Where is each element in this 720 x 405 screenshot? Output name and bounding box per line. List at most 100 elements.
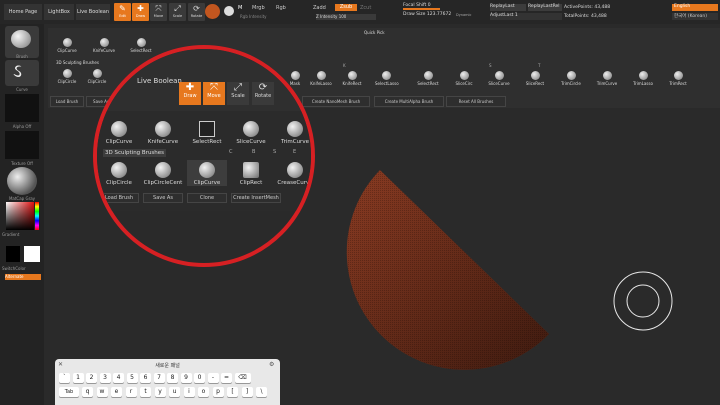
- key-row2-8[interactable]: o: [198, 387, 209, 397]
- color-swatch[interactable]: [224, 6, 234, 16]
- key-row2-0[interactable]: q: [82, 387, 93, 397]
- brush-selectlasso[interactable]: SelectLasso: [375, 71, 399, 86]
- key-row2-4[interactable]: t: [140, 387, 151, 397]
- brush-trimcurve[interactable]: TrimCurve: [596, 71, 618, 86]
- brush-knifelasso[interactable]: KnifeLasso: [310, 71, 332, 86]
- brush-trimcircle[interactable]: TrimCircle: [560, 71, 582, 86]
- key-tab[interactable]: Tab: [59, 387, 79, 397]
- key-backspace[interactable]: ⌫: [234, 373, 251, 383]
- key-row1-12[interactable]: =: [221, 373, 232, 383]
- mag-move-button[interactable]: ⤧ Move: [203, 82, 225, 105]
- replay-last-button[interactable]: ReplayLast: [490, 4, 526, 11]
- replay-last-rel-button[interactable]: ReplayLastRel: [528, 4, 562, 11]
- tab-lightbox[interactable]: LightBox: [44, 4, 74, 20]
- mag-brush-clipcurve[interactable]: ClipCurve: [99, 121, 139, 145]
- korean-button[interactable]: 한국어 (Korean): [672, 13, 718, 20]
- key-row2-1[interactable]: w: [96, 387, 108, 397]
- reset-all-brushes-button[interactable]: Reset All Brushes: [446, 96, 506, 107]
- key-row1-7[interactable]: 7: [153, 373, 165, 383]
- mag-rotate-button[interactable]: ⟳ Rotate: [252, 82, 274, 105]
- brush-clipcurve[interactable]: ClipCurve: [56, 38, 78, 53]
- mag-brush-clipcirclecenter[interactable]: ClipCircleCent: [143, 162, 183, 186]
- switch-color-button[interactable]: SwitchColor: [2, 266, 42, 271]
- key-row1-10[interactable]: 0: [194, 373, 205, 383]
- tab-live-boolean[interactable]: Live Boolean: [76, 4, 110, 20]
- key-row1-4[interactable]: 4: [113, 373, 124, 383]
- move-button[interactable]: ⤧ Move: [150, 3, 167, 21]
- mrgb-toggle[interactable]: Mrgb: [252, 5, 265, 11]
- key-row2-7[interactable]: i: [183, 387, 195, 397]
- key-row1-1[interactable]: 1: [72, 373, 84, 383]
- draw-size-slider[interactable]: Draw Size 123.77672: [403, 12, 463, 20]
- key-row2-3[interactable]: r: [125, 387, 137, 397]
- rotate-button[interactable]: ⟳ Rotate: [188, 3, 205, 21]
- key-row1-3[interactable]: 3: [99, 373, 111, 383]
- key-row1-8[interactable]: 8: [167, 373, 178, 383]
- zcut-toggle[interactable]: Zcut: [360, 5, 371, 11]
- scale-button[interactable]: ⤢ Scale: [169, 3, 186, 21]
- load-brush-button[interactable]: Load Brush: [50, 96, 84, 107]
- key-row1-9[interactable]: 9: [180, 373, 192, 383]
- m-toggle[interactable]: M: [238, 5, 242, 11]
- key-row2-9[interactable]: p: [212, 387, 224, 397]
- zadd-toggle[interactable]: Zadd: [313, 5, 326, 11]
- key-row1-5[interactable]: 5: [126, 373, 138, 383]
- mag-save-as-button[interactable]: Save As: [143, 193, 183, 203]
- brush-trimlasso[interactable]: TrimLasso: [632, 71, 654, 86]
- mag-scale-button[interactable]: ⤢ Scale: [227, 82, 249, 105]
- tab-home[interactable]: Home Page: [4, 4, 42, 20]
- brush-slicerect[interactable]: SliceRect: [524, 71, 546, 86]
- mag-brush-slicecurve[interactable]: SliceCurve: [231, 121, 271, 145]
- rgb-toggle[interactable]: Rgb: [276, 5, 286, 11]
- texture-selector[interactable]: [5, 131, 39, 159]
- key-row2-12[interactable]: \: [256, 387, 267, 397]
- key-row1-0[interactable]: `: [59, 373, 70, 383]
- create-nanomesh-button[interactable]: Create NanoMesh Brush: [302, 96, 370, 107]
- dynamic-button[interactable]: Dynamic: [456, 13, 471, 17]
- z-intensity-slider[interactable]: Z Intensity 100: [316, 14, 376, 20]
- mag-brush-trimcurve[interactable]: TrimCurve: [275, 121, 311, 145]
- draw-button[interactable]: ✚ Draw: [132, 3, 149, 21]
- alternate-button[interactable]: Alternate: [5, 274, 41, 280]
- mag-insert-mesh-button[interactable]: Create InsertMesh: [231, 193, 281, 203]
- mag-brush-clipcurve-selected[interactable]: ClipCurve: [187, 160, 227, 186]
- key-row1-2[interactable]: 2: [86, 373, 97, 383]
- create-multialpha-button[interactable]: Create MultiAlpha Brush: [374, 96, 444, 107]
- mag-draw-button[interactable]: ✚ Draw: [179, 82, 201, 105]
- mag-brush-creasecurve[interactable]: CreaseCurve: [275, 162, 311, 186]
- mag-load-brush-button[interactable]: Load Brush: [99, 193, 139, 203]
- edit-button[interactable]: ✎ Edit: [114, 3, 131, 21]
- secondary-color-swatch[interactable]: [24, 246, 40, 262]
- key-row2-6[interactable]: u: [169, 387, 180, 397]
- matcap-sphere[interactable]: [7, 167, 37, 195]
- key-row2-10[interactable]: [: [227, 387, 238, 397]
- adjust-last-slider[interactable]: AdjustLast 1: [490, 13, 562, 20]
- brush-kniferect[interactable]: KnifeRect: [341, 71, 363, 86]
- mag-brush-clipcircle[interactable]: ClipCircle: [99, 162, 139, 186]
- key-row2-2[interactable]: e: [111, 387, 122, 397]
- mag-clone-button[interactable]: Clone: [187, 193, 227, 203]
- mag-brush-selectrect[interactable]: SelectRect: [187, 121, 227, 145]
- mag-live-boolean[interactable]: Live Boolean: [137, 77, 182, 85]
- key-row2-11[interactable]: ]: [241, 387, 253, 397]
- zsub-toggle[interactable]: Zsub: [335, 4, 357, 11]
- alpha-selector[interactable]: [5, 94, 39, 122]
- hue-strip[interactable]: [35, 202, 39, 230]
- main-color-swatch[interactable]: [6, 246, 20, 262]
- keyboard-settings-icon[interactable]: ⚙: [269, 361, 274, 368]
- key-row1-6[interactable]: 6: [140, 373, 151, 383]
- brush-slicecirc[interactable]: SliceCirc: [453, 71, 475, 86]
- brush-trimrect[interactable]: TrimRect: [667, 71, 689, 86]
- english-button[interactable]: English: [672, 4, 718, 11]
- key-row1-11[interactable]: -: [207, 373, 219, 383]
- mag-brush-knifecurve[interactable]: KnifeCurve: [143, 121, 183, 145]
- material-swatch[interactable]: [205, 4, 220, 19]
- brush-slicecurve[interactable]: SliceCurve: [488, 71, 510, 86]
- mag-brush-cliprect[interactable]: ClipRect: [231, 162, 271, 186]
- color-picker[interactable]: [6, 202, 34, 230]
- brush-clipcircle[interactable]: ClipCircle: [56, 69, 78, 84]
- brush-selectrect-2[interactable]: SelectRect: [417, 71, 439, 86]
- rgb-intensity-slider[interactable]: Rgb Intensity: [240, 14, 267, 19]
- curve-selector[interactable]: ઽ: [5, 60, 39, 86]
- key-row2-5[interactable]: y: [154, 387, 166, 397]
